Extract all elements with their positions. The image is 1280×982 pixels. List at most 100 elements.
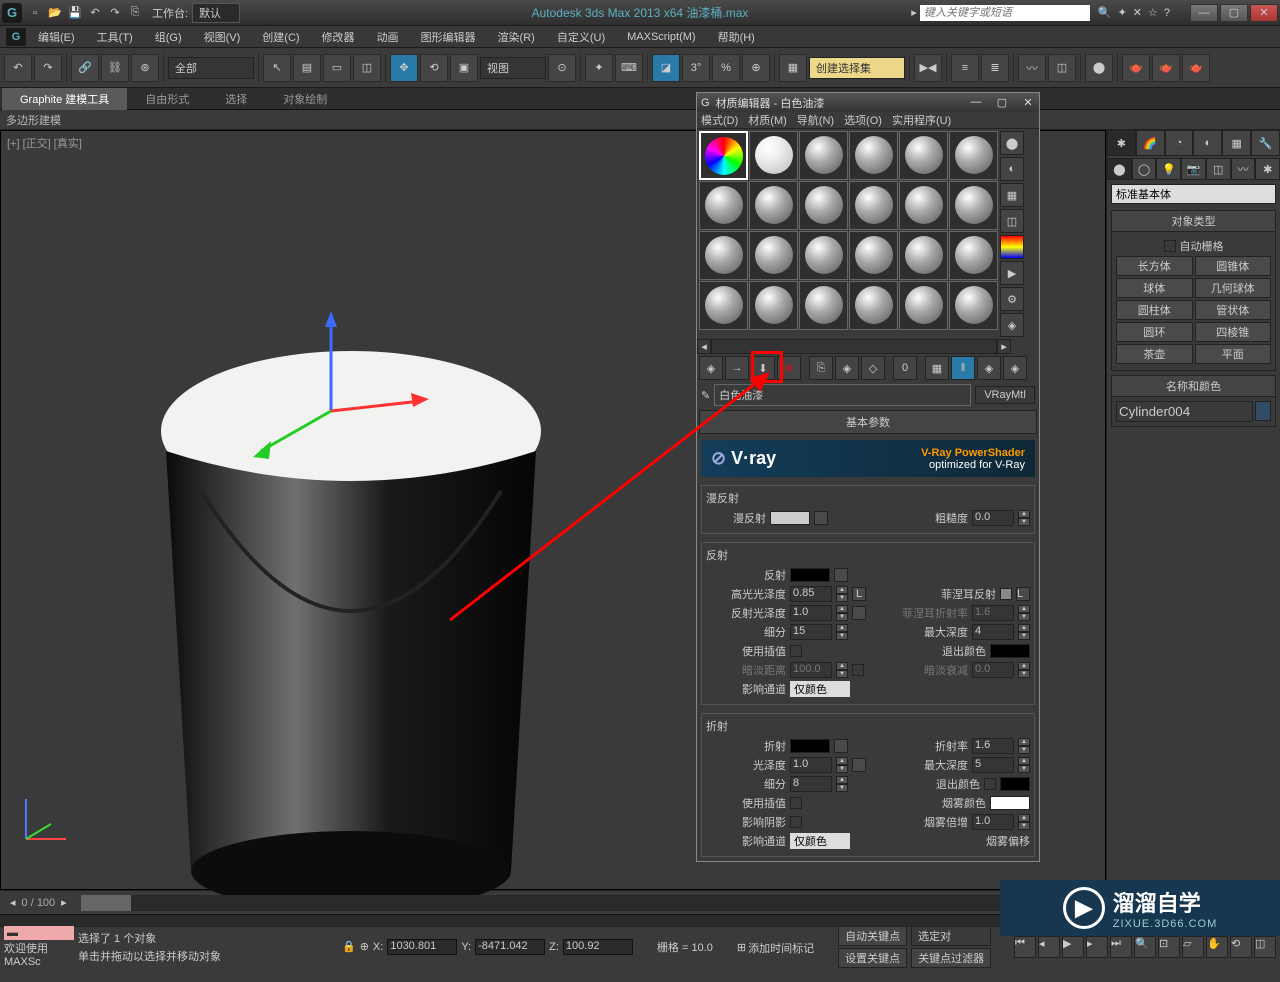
goto-start-icon[interactable]: ⏮: [1014, 936, 1036, 958]
autogrid-checkbox[interactable]: [1164, 240, 1176, 252]
layer-button[interactable]: ≣: [981, 54, 1009, 82]
open-icon[interactable]: 📂: [46, 4, 64, 22]
redo-icon[interactable]: ↷: [106, 4, 124, 22]
fresnel-checkbox[interactable]: [1000, 588, 1012, 600]
sample-slot[interactable]: [749, 281, 798, 330]
modify-tab[interactable]: 🌈: [1136, 130, 1165, 156]
favorites-icon[interactable]: ☆: [1148, 6, 1158, 19]
app-menu-button[interactable]: G: [6, 28, 26, 46]
coord-z[interactable]: 100.92: [563, 939, 633, 955]
pick-icon[interactable]: ✎: [701, 389, 710, 402]
unlink-button[interactable]: ⛓: [101, 54, 129, 82]
exchange-icon[interactable]: ✕: [1133, 6, 1142, 19]
show-in-viewport-icon[interactable]: ▦: [925, 356, 949, 380]
sample-slot[interactable]: [799, 231, 848, 280]
render-button[interactable]: 🫖: [1182, 54, 1210, 82]
cylinder-button[interactable]: 圆柱体: [1116, 300, 1193, 320]
select-region-button[interactable]: ▭: [323, 54, 351, 82]
sample-slot[interactable]: [949, 281, 998, 330]
goto-end-icon[interactable]: ⏭: [1110, 936, 1132, 958]
orbit-icon[interactable]: ⟲: [1230, 936, 1252, 958]
menu-navigation[interactable]: 导航(N): [797, 112, 834, 128]
sample-slot[interactable]: [899, 181, 948, 230]
dialog-close[interactable]: ✕: [1021, 96, 1035, 109]
sample-slot[interactable]: [949, 131, 998, 180]
window-crossing-button[interactable]: ◫: [353, 54, 381, 82]
snap-toggle[interactable]: ◪: [652, 54, 680, 82]
fog-color-swatch[interactable]: [990, 796, 1030, 810]
help-icon[interactable]: ?: [1164, 7, 1170, 19]
timeline-prev[interactable]: ◂: [10, 896, 16, 909]
select-by-mat-icon[interactable]: ◈: [1000, 313, 1024, 337]
lights-cat[interactable]: 💡: [1156, 158, 1181, 180]
prev-frame-icon[interactable]: ◂: [1038, 936, 1060, 958]
cone-button[interactable]: 圆锥体: [1195, 256, 1272, 276]
scroll-left[interactable]: ◂: [697, 339, 711, 354]
background-icon[interactable]: ▦: [1000, 183, 1024, 207]
spinner-snap[interactable]: ⊕: [742, 54, 770, 82]
menu-material[interactable]: 材质(M): [748, 112, 787, 128]
maximize-button[interactable]: ▢: [1220, 4, 1248, 22]
sample-slot[interactable]: [799, 131, 848, 180]
get-material-icon[interactable]: ◈: [699, 356, 723, 380]
teapot-button[interactable]: 茶壶: [1116, 344, 1193, 364]
sample-slot[interactable]: [949, 181, 998, 230]
hl-lock-button[interactable]: L: [852, 587, 866, 601]
sample-slot[interactable]: [749, 181, 798, 230]
save-icon[interactable]: 💾: [66, 4, 84, 22]
search-input[interactable]: [920, 5, 1090, 21]
tab-objpaint[interactable]: 对象绘制: [265, 88, 345, 110]
menu-edit[interactable]: 编辑(E): [28, 27, 85, 47]
pivot-button[interactable]: ⊙: [548, 54, 576, 82]
create-tab[interactable]: ✱: [1107, 130, 1136, 156]
highlight-gloss-spinner[interactable]: 0.85: [790, 586, 832, 602]
abs-rel-icon[interactable]: ⊕: [360, 940, 369, 953]
sample-type-icon[interactable]: ⬤: [1000, 131, 1024, 155]
menu-options[interactable]: 选项(O): [844, 112, 882, 128]
plane-button[interactable]: 平面: [1195, 344, 1272, 364]
search-icon[interactable]: 🔍: [1098, 6, 1112, 19]
menu-rendering[interactable]: 渲染(R): [488, 27, 545, 47]
make-copy-icon[interactable]: ⎘: [809, 356, 833, 380]
geometry-cat[interactable]: ⬤: [1107, 158, 1132, 180]
link-button[interactable]: 🔗: [71, 54, 99, 82]
sample-slot[interactable]: [749, 231, 798, 280]
redo-button[interactable]: ↷: [34, 54, 62, 82]
viewport-label[interactable]: [+] [正交] [真实]: [7, 135, 82, 151]
menu-views[interactable]: 视图(V): [194, 27, 251, 47]
roughness-spinner[interactable]: 0.0: [972, 510, 1014, 526]
sample-slot[interactable]: [849, 131, 898, 180]
app-logo[interactable]: G: [2, 3, 22, 23]
subscription-icon[interactable]: ✦: [1118, 6, 1127, 19]
sample-slot[interactable]: [899, 131, 948, 180]
tube-button[interactable]: 管状体: [1195, 300, 1272, 320]
coord-y[interactable]: -8471.042: [475, 939, 545, 955]
schematic-button[interactable]: ◫: [1048, 54, 1076, 82]
menu-utilities[interactable]: 实用程序(U): [892, 112, 951, 128]
sample-slot-2[interactable]: [749, 131, 798, 180]
menu-group[interactable]: 组(G): [145, 27, 192, 47]
show-end-result-icon[interactable]: ‖: [951, 356, 975, 380]
undo-icon[interactable]: ↶: [86, 4, 104, 22]
cameras-cat[interactable]: 📷: [1181, 158, 1206, 180]
backlight-icon[interactable]: ◐: [1000, 157, 1024, 181]
angle-snap[interactable]: 3°: [682, 54, 710, 82]
manipulate-button[interactable]: ✦: [585, 54, 613, 82]
workspace-dropdown[interactable]: 默认: [192, 3, 240, 23]
close-button[interactable]: ✕: [1250, 4, 1278, 22]
coord-x[interactable]: 1030.801: [387, 939, 457, 955]
menu-mode[interactable]: 模式(D): [701, 112, 738, 128]
shapes-cat[interactable]: ◯: [1132, 158, 1157, 180]
reflect-color-swatch[interactable]: [790, 568, 830, 582]
sample-slot[interactable]: [849, 181, 898, 230]
menu-customize[interactable]: 自定义(U): [547, 27, 615, 47]
selection-filter-dropdown[interactable]: 全部: [168, 57, 254, 79]
script-button[interactable]: ▬: [4, 926, 74, 940]
systems-cat[interactable]: ✱: [1255, 158, 1280, 180]
menu-create[interactable]: 创建(C): [252, 27, 309, 47]
play-icon[interactable]: ▶: [1062, 936, 1084, 958]
zoom-all-icon[interactable]: ⊡: [1158, 936, 1180, 958]
render-frame-button[interactable]: 🫖: [1152, 54, 1180, 82]
next-frame-icon[interactable]: ▸: [1086, 936, 1108, 958]
curve-editor-button[interactable]: 〰: [1018, 54, 1046, 82]
